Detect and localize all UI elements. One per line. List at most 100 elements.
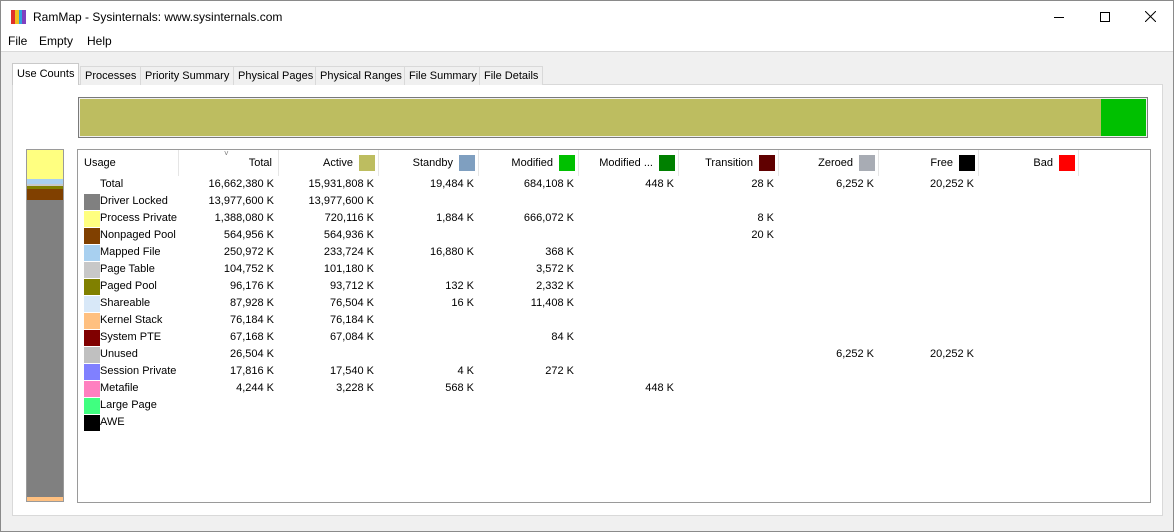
cell-modified xyxy=(479,312,574,329)
column-header-transition[interactable]: Transition xyxy=(679,150,779,176)
table-row-nonpaged-pool[interactable]: Nonpaged Pool 564,956 K 564,936 K 20 K xyxy=(78,227,1150,244)
cell-bad xyxy=(979,346,1074,363)
cell-free xyxy=(879,329,974,346)
vertical-bar-segment-kernel-stack xyxy=(27,497,63,501)
column-header-standby[interactable]: Standby xyxy=(379,150,479,176)
cell-modified xyxy=(579,227,674,244)
table-row-total[interactable]: Total 16,662,380 K 15,931,808 K 19,484 K 684… xyxy=(78,176,1150,193)
row-usage-label: Metafile xyxy=(100,382,139,394)
column-header-active[interactable]: Active xyxy=(279,150,379,176)
column-header-total[interactable]: Total xyxy=(179,150,279,176)
cell-free xyxy=(879,244,974,261)
table-row-kernel-stack[interactable]: Kernel Stack 76,184 K 76,184 K xyxy=(78,312,1150,329)
vertical-bar-segment-nonpaged-pool xyxy=(27,188,63,201)
cell-total: 96,176 K xyxy=(229,280,274,292)
cell-active: 101,180 K xyxy=(323,263,374,275)
row-usage-label: Session Private xyxy=(100,365,177,377)
column-header-label: Modified xyxy=(511,157,553,169)
cell-bad xyxy=(979,380,1074,397)
table-row-page-table[interactable]: Page Table 104,752 K 101,180 K 3,572 K xyxy=(78,261,1150,278)
cell-active xyxy=(279,397,374,414)
table-row-paged-pool[interactable]: Paged Pool 96,176 K 93,712 K 132 K 2,332 K xyxy=(78,278,1150,295)
row-usage-label: Unused xyxy=(100,348,138,360)
menu-file[interactable]: File xyxy=(7,34,28,48)
row-color-swatch xyxy=(84,228,100,244)
tab-file-summary[interactable]: File Summary xyxy=(404,66,482,85)
cell-total: 26,504 K xyxy=(229,348,274,360)
column-header-usage[interactable]: Usage xyxy=(78,150,179,176)
column-header-label: Usage xyxy=(84,157,116,169)
use-counts-table[interactable]: ˅ Usage Total Active Standby Modified Modifie… xyxy=(77,149,1151,503)
table-row-metafile[interactable]: Metafile 4,244 K 3,228 K 568 K 448 K xyxy=(78,380,1150,397)
cell-zeroed xyxy=(779,329,874,346)
row-usage-label: Process Private xyxy=(100,212,178,224)
table-row-large-page[interactable]: Large Page xyxy=(78,397,1150,414)
row-color-swatch xyxy=(84,347,100,363)
cell-standby xyxy=(379,312,474,329)
cell-zeroed xyxy=(779,380,874,397)
cell-modified: 84 K xyxy=(551,331,574,343)
row-color-swatch xyxy=(84,330,100,346)
row-color-swatch xyxy=(84,313,100,329)
cell-zeroed xyxy=(779,363,874,380)
rammap-app-icon xyxy=(11,10,26,24)
table-row-shareable[interactable]: Shareable 87,928 K 76,504 K 16 K 11,408 K xyxy=(78,295,1150,312)
column-color-swatch xyxy=(1059,155,1075,171)
cell-active: 15,931,808 K xyxy=(308,178,374,190)
cell-standby xyxy=(379,414,474,431)
close-button[interactable] xyxy=(1127,1,1173,32)
column-color-swatch xyxy=(559,155,575,171)
column-header-free[interactable]: Free xyxy=(879,150,979,176)
cell-modified: 272 K xyxy=(545,365,574,377)
cell-standby: 1,884 K xyxy=(436,212,474,224)
cell-active xyxy=(279,346,374,363)
cell-standby: 132 K xyxy=(445,280,474,292)
table-row-process-private[interactable]: Process Private 1,388,080 K 720,116 K 1,884… xyxy=(78,210,1150,227)
column-header-label: Modified ... xyxy=(599,157,653,169)
cell-transition xyxy=(679,363,774,380)
row-color-swatch xyxy=(84,296,100,312)
cell-free xyxy=(879,380,974,397)
maximize-button[interactable] xyxy=(1082,1,1128,32)
cell-total: 564,956 K xyxy=(223,229,274,241)
cell-transition: 8 K xyxy=(757,212,774,224)
tab-priority-summary[interactable]: Priority Summary xyxy=(140,66,235,85)
table-row-mapped-file[interactable]: Mapped File 250,972 K 233,724 K 16,880 K 368… xyxy=(78,244,1150,261)
table-row-awe[interactable]: AWE xyxy=(78,414,1150,431)
cell-zeroed xyxy=(779,193,874,210)
cell-free xyxy=(879,278,974,295)
tab-physical-ranges[interactable]: Physical Ranges xyxy=(315,66,407,85)
cell-modified xyxy=(479,380,574,397)
menu-empty[interactable]: Empty xyxy=(38,34,74,48)
cell-standby xyxy=(379,261,474,278)
column-header-bad[interactable]: Bad xyxy=(979,150,1079,176)
cell-transition xyxy=(679,380,774,397)
cell-transition xyxy=(679,278,774,295)
tab-physical-pages[interactable]: Physical Pages xyxy=(233,66,319,85)
tab-file-details[interactable]: File Details xyxy=(479,66,544,85)
column-header-zeroed[interactable]: Zeroed xyxy=(779,150,879,176)
column-color-swatch xyxy=(959,155,975,171)
title-bar: RamMap - Sysinternals: www.sysinternals.… xyxy=(1,1,1173,32)
table-row-system-pte[interactable]: System PTE 67,168 K 67,084 K 84 K xyxy=(78,329,1150,346)
row-color-swatch xyxy=(84,415,100,431)
row-color-swatch xyxy=(84,245,100,261)
cell-standby xyxy=(379,397,474,414)
column-header-modified[interactable]: Modified ... xyxy=(579,150,679,176)
column-header-label: Active xyxy=(323,157,353,169)
cell-zeroed: 6,252 K xyxy=(836,348,874,360)
column-header-modified[interactable]: Modified xyxy=(479,150,579,176)
table-row-unused[interactable]: Unused 26,504 K 6,252 K 20,252 K xyxy=(78,346,1150,363)
table-row-session-private[interactable]: Session Private 17,816 K 17,540 K 4 K 272 K xyxy=(78,363,1150,380)
tab-use-counts[interactable]: Use Counts xyxy=(12,63,80,85)
table-row-driver-locked[interactable]: Driver Locked 13,977,600 K 13,977,600 K xyxy=(78,193,1150,210)
column-header-label: Zeroed xyxy=(818,157,853,169)
cell-zeroed xyxy=(779,261,874,278)
tab-processes[interactable]: Processes xyxy=(80,66,142,85)
cell-bad xyxy=(979,176,1074,193)
menu-help[interactable]: Help xyxy=(86,34,113,48)
usage-bar-segment-modified xyxy=(1101,99,1146,136)
cell-transition xyxy=(679,397,774,414)
row-usage-label: Shareable xyxy=(100,297,151,309)
minimize-button[interactable] xyxy=(1036,1,1082,32)
